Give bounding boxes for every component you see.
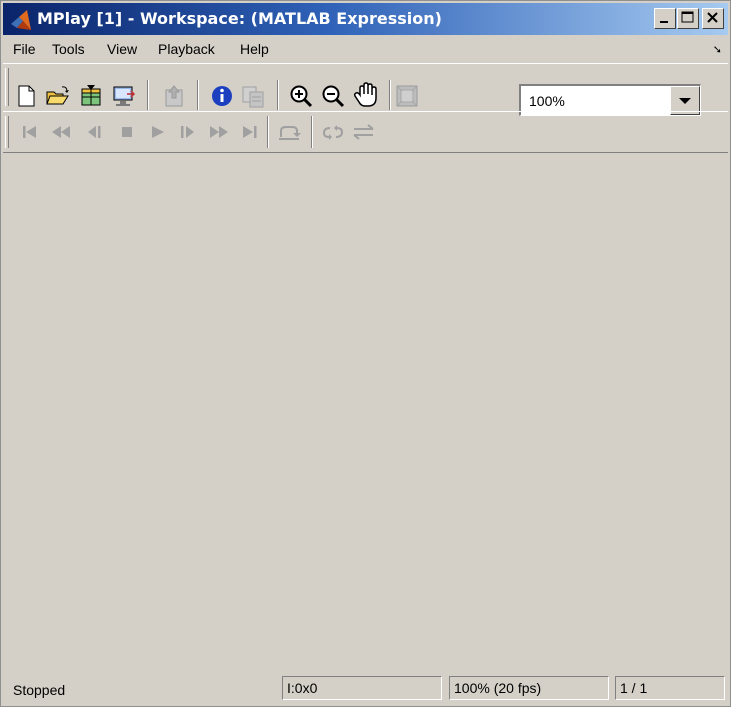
video-display-area[interactable] — [3, 153, 728, 673]
close-button[interactable] — [702, 8, 724, 29]
status-dimensions: I:0x0 — [282, 676, 442, 700]
zoom-out-icon[interactable] — [321, 84, 347, 108]
status-rate: 100% (20 fps) — [449, 676, 609, 700]
window-title: MPlay [1] - Workspace: (MATLAB Expressio… — [37, 9, 442, 28]
rewind-icon[interactable] — [49, 122, 73, 142]
step-back-icon[interactable] — [85, 122, 107, 142]
zoom-in-icon[interactable] — [289, 84, 315, 108]
toolbar-separator — [147, 80, 149, 110]
new-icon[interactable] — [15, 84, 37, 108]
dimensions-value: I:0x0 — [287, 680, 318, 696]
main-toolbar: 100% — [3, 63, 728, 116]
step-forward-icon[interactable] — [177, 122, 199, 142]
status-frame: 1 / 1 — [615, 676, 725, 700]
playback-toolbar — [3, 111, 728, 153]
export-icon[interactable] — [161, 84, 187, 108]
open-icon[interactable] — [45, 84, 71, 108]
maximize-icon — [681, 11, 694, 23]
toolbar-separator — [389, 80, 391, 110]
play-icon[interactable] — [147, 122, 169, 142]
fast-forward-icon[interactable] — [207, 122, 231, 142]
fit-icon[interactable] — [395, 84, 419, 108]
info-icon[interactable] — [211, 84, 235, 108]
rate-value: 100% (20 fps) — [454, 680, 542, 696]
loop-icon[interactable] — [321, 122, 347, 142]
toolbar-grip[interactable] — [5, 68, 9, 106]
import-icon[interactable] — [79, 84, 105, 108]
title-bar[interactable]: MPlay [1] - Workspace: (MATLAB Expressio… — [3, 3, 728, 35]
status-bar: Stopped I:0x0 100% (20 fps) 1 / 1 — [3, 673, 728, 705]
minimize-icon — [660, 21, 668, 23]
copy-icon[interactable] — [241, 84, 267, 108]
stop-icon[interactable] — [117, 122, 139, 142]
toolbar-grip[interactable] — [5, 116, 9, 148]
menu-file[interactable]: File — [13, 41, 36, 57]
close-icon — [707, 12, 718, 23]
autoreverse-icon[interactable] — [351, 122, 379, 142]
minimize-button[interactable] — [654, 8, 676, 29]
pan-hand-icon[interactable] — [353, 82, 381, 108]
status-text: Stopped — [13, 682, 66, 698]
toolbar-separator — [311, 116, 313, 148]
toolbar-separator — [197, 80, 199, 110]
connect-icon[interactable] — [111, 84, 137, 108]
menu-help[interactable]: Help — [240, 41, 269, 57]
menu-tools[interactable]: Tools — [52, 41, 85, 57]
toolbar-separator — [277, 80, 279, 110]
go-to-start-icon[interactable] — [19, 122, 41, 142]
go-to-end-icon[interactable] — [239, 122, 261, 142]
menu-view[interactable]: View — [107, 41, 137, 57]
menu-playback[interactable]: Playback — [158, 41, 215, 57]
menu-bar: File Tools View Playback Help ➘ — [3, 37, 728, 61]
zoom-value: 100% — [529, 93, 565, 109]
matlab-logo-icon — [11, 10, 31, 30]
dock-arrow-icon[interactable]: ➘ — [713, 43, 722, 56]
frame-value: 1 / 1 — [620, 680, 648, 696]
toolbar-separator — [267, 116, 269, 148]
maximize-button[interactable] — [677, 8, 699, 29]
jump-to-icon[interactable] — [277, 122, 303, 142]
mplay-window: MPlay [1] - Workspace: (MATLAB Expressio… — [0, 0, 731, 707]
chevron-down-icon — [679, 98, 691, 104]
